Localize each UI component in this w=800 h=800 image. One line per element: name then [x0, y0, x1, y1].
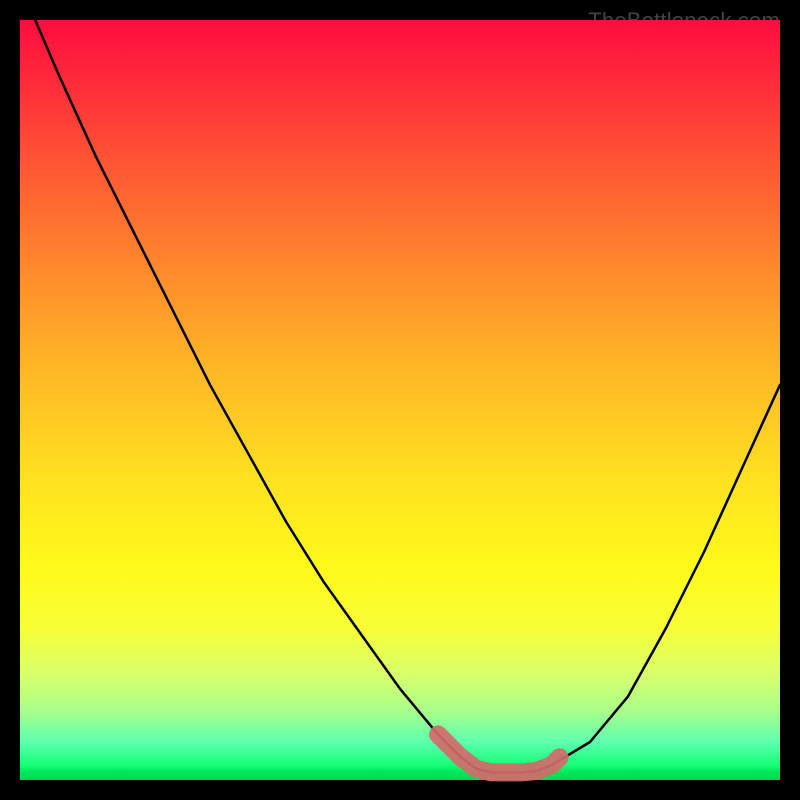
optimal-zone-overlay	[438, 734, 560, 772]
bottleneck-curve	[35, 20, 780, 772]
chart-svg	[20, 20, 780, 780]
chart-frame: TheBottleneck.com	[0, 0, 800, 800]
plot-area	[20, 20, 780, 780]
